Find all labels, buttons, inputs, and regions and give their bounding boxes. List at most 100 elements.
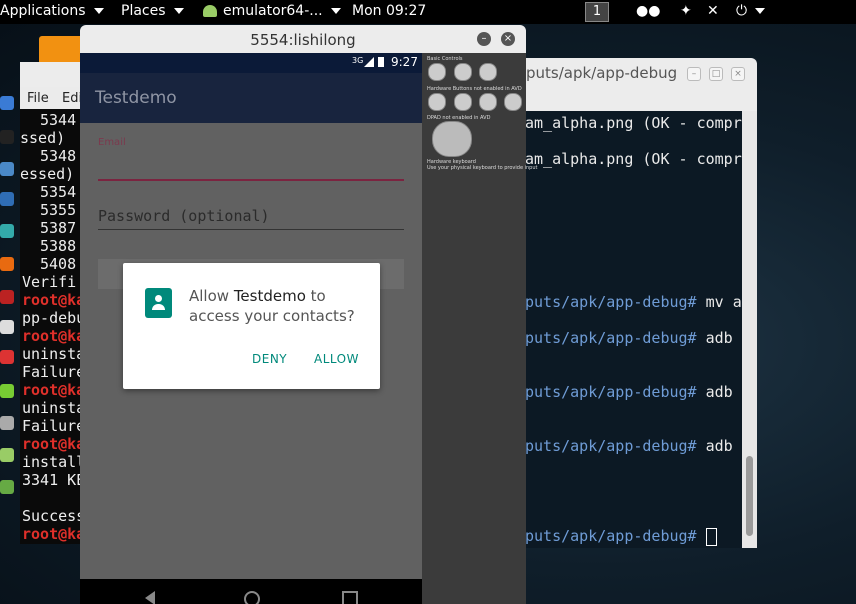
places-menu[interactable]: Places: [121, 3, 184, 19]
permission-dialog: Allow Testdemo to access your contacts? …: [123, 263, 380, 389]
maximize-button[interactable]: □: [709, 67, 723, 81]
volume-up-button[interactable]: [454, 63, 472, 81]
terminal-line: puts/apk/app-debug# adb: [525, 329, 733, 347]
armitage-icon[interactable]: [0, 224, 14, 238]
app-icon[interactable]: [0, 290, 14, 304]
terminal-prompt: root@ka: [22, 525, 82, 543]
task-label: emulator64-...: [223, 3, 323, 19]
prompt: puts/apk/app-debug#: [525, 329, 697, 347]
home-icon[interactable]: [244, 591, 260, 604]
clock[interactable]: Mon 09:27: [352, 3, 426, 19]
scrollbar-thumb[interactable]: [746, 456, 753, 536]
right-terminal-output[interactable]: am_alpha.png (OK - compre am_alpha.png (…: [520, 111, 742, 548]
places-label: Places: [121, 3, 166, 19]
workspace-indicator[interactable]: 1: [585, 2, 609, 22]
terminal-line: essed): [20, 165, 75, 183]
minimize-button[interactable]: –: [687, 67, 701, 81]
minimize-button[interactable]: –: [477, 32, 491, 46]
android-studio-icon[interactable]: [0, 480, 14, 494]
burpsuite-icon[interactable]: [0, 257, 14, 271]
email-field[interactable]: [98, 179, 404, 181]
terminal-line: 5387: [40, 219, 77, 237]
app-icon[interactable]: [0, 416, 14, 430]
power-button[interactable]: [479, 63, 497, 81]
line-text: adb: [696, 329, 733, 347]
chevron-down-icon: [173, 8, 184, 14]
terminal-line: 5348: [40, 147, 77, 165]
basic-controls-label: Basic Controls: [427, 56, 463, 62]
android-icon[interactable]: [0, 448, 14, 462]
search-button[interactable]: [504, 93, 522, 111]
volume-down-button[interactable]: [428, 63, 446, 81]
home-button[interactable]: [428, 93, 446, 111]
terminal-prompt: root@ka: [22, 291, 82, 309]
app-bar: Testdemo: [80, 73, 422, 123]
prompt: puts/apk/app-debug#: [525, 383, 697, 401]
scrollbar[interactable]: [742, 111, 757, 548]
terminal-line: Success: [22, 507, 82, 525]
users-icon[interactable]: ●●: [636, 3, 660, 19]
terminal-line: puts/apk/app-debug# adb: [525, 383, 733, 401]
applications-menu[interactable]: Applications: [0, 3, 104, 19]
menu-file[interactable]: File: [27, 91, 49, 106]
metasploit-icon[interactable]: [0, 192, 14, 206]
close-button[interactable]: ×: [731, 67, 745, 81]
terminal-prompt: root@ka: [22, 435, 82, 453]
close-button[interactable]: ×: [501, 32, 515, 46]
chevron-down-icon: [330, 8, 341, 14]
terminal-line: puts/apk/app-debug#: [525, 527, 717, 546]
signal-icon: [364, 57, 374, 67]
terminal-icon[interactable]: [0, 130, 14, 144]
volume-muted-icon[interactable]: ✕: [707, 3, 719, 19]
menu-button[interactable]: [454, 93, 472, 111]
terminal-line: puts/apk/app-debug# adb: [525, 437, 733, 455]
browser-icon[interactable]: [0, 96, 14, 110]
prompt: puts/apk/app-debug#: [525, 527, 697, 545]
network-indicator: 3G: [352, 56, 364, 65]
files-icon[interactable]: [0, 162, 14, 176]
terminal-prompt: root@ka: [22, 381, 82, 399]
dpad-label: DPAD not enabled in AVD: [427, 115, 491, 121]
line-text: adb: [696, 437, 733, 455]
text-cursor: [705, 527, 717, 546]
tool-icon[interactable]: [0, 320, 14, 334]
back-icon[interactable]: [145, 591, 155, 604]
terminal-line: 5408: [40, 255, 77, 273]
terminal-line: 5355: [40, 201, 77, 219]
dpad[interactable]: [432, 121, 472, 157]
dock: [0, 92, 18, 512]
recents-icon[interactable]: [342, 591, 358, 604]
left-terminal-window[interactable]: File Edi 5344 ssed) 5348 essed) 5354 535…: [20, 36, 84, 544]
app-icon[interactable]: [0, 350, 14, 364]
dialog-message: Allow Testdemo to access your contacts?: [189, 286, 369, 326]
emulator-controls: Basic Controls Hardware Buttons not enab…: [422, 53, 537, 604]
terminal-line: install: [22, 453, 82, 471]
tool-icon[interactable]: ✦: [680, 3, 692, 19]
right-terminal-window[interactable]: puts/apk/app-debug – □ × am_alpha.png (O…: [520, 58, 757, 548]
terminal-line: 3341 KE: [22, 471, 82, 489]
line-text: am_alpha.png (OK - compr: [525, 150, 742, 168]
terminal-line: am_alpha.png (OK - compre: [525, 114, 742, 132]
terminal-line: Verifi: [22, 273, 77, 291]
terminal-line: 5354: [40, 183, 77, 201]
power-icon[interactable]: ⏻: [736, 3, 766, 19]
left-terminal-menubar: File Edi: [20, 87, 82, 109]
terminal-line: ssed): [20, 129, 66, 147]
chevron-down-icon: [755, 8, 766, 14]
back-button[interactable]: [479, 93, 497, 111]
allow-button[interactable]: ALLOW: [314, 352, 359, 366]
taskbar-app-emulator[interactable]: emulator64-...: [203, 3, 341, 19]
deny-button[interactable]: DENY: [252, 352, 287, 366]
terminal-line: 5388: [40, 237, 77, 255]
right-terminal-titlebar: puts/apk/app-debug – □ ×: [520, 58, 757, 90]
password-field-placeholder: Password (optional): [98, 207, 270, 225]
window-title: puts/apk/app-debug: [526, 64, 678, 82]
hardware-buttons-label: Hardware Buttons not enabled in AVD: [427, 86, 522, 92]
terminal-prompt: root@ka: [22, 327, 82, 345]
prompt: puts/apk/app-debug#: [525, 293, 697, 311]
notes-icon[interactable]: [0, 384, 14, 398]
password-field[interactable]: [98, 229, 404, 230]
line-text: mv a: [696, 293, 742, 311]
terminal-line: uninsta: [22, 399, 82, 417]
left-terminal-titlebar: [20, 62, 82, 87]
